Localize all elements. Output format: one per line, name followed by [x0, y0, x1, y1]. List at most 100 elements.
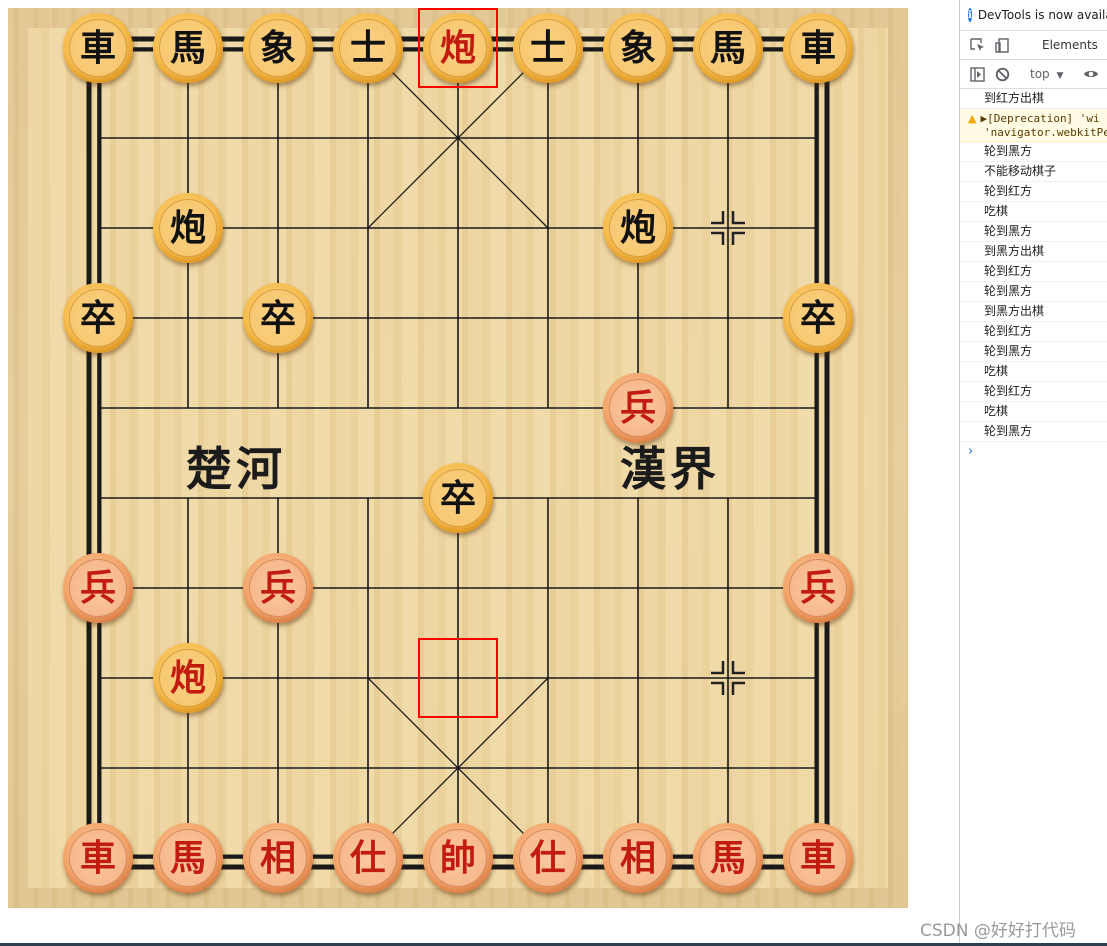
console-prompt[interactable]: › [960, 442, 1107, 462]
devtools-tabbar: Elements [960, 31, 1107, 60]
piece-black[interactable]: 炮 [603, 193, 673, 263]
clear-console-icon[interactable] [995, 66, 1010, 82]
piece-black[interactable]: 車 [63, 13, 133, 83]
piece-label: 士 [349, 27, 386, 69]
piece-label: 馬 [709, 837, 746, 879]
piece-black[interactable]: 炮 [153, 193, 223, 263]
warning-icon: ▲ [968, 112, 977, 125]
piece-face: 相 [609, 829, 667, 887]
console-message: 到红方出棋 [960, 89, 1107, 109]
piece-label: 兵 [259, 567, 296, 609]
piece-face: 車 [69, 19, 127, 77]
piece-face: 仕 [339, 829, 397, 887]
position-mark [711, 231, 725, 245]
piece-red[interactable]: 兵 [243, 553, 313, 623]
piece-label: 兵 [619, 387, 656, 429]
piece-black[interactable]: 士 [333, 13, 403, 83]
piece-face: 馬 [699, 19, 757, 77]
piece-red[interactable]: 車 [783, 823, 853, 893]
piece-black[interactable]: 馬 [153, 13, 223, 83]
piece-face: 帥 [429, 829, 487, 887]
piece-red[interactable]: 帥 [423, 823, 493, 893]
piece-face: 士 [339, 19, 397, 77]
piece-black[interactable]: 車 [783, 13, 853, 83]
console-message: 轮到黑方 [960, 222, 1107, 242]
console-message: 轮到红方 [960, 322, 1107, 342]
piece-face: 象 [609, 19, 667, 77]
piece-label: 炮 [169, 207, 206, 249]
piece-red[interactable]: 車 [63, 823, 133, 893]
console-message: 轮到红方 [960, 182, 1107, 202]
piece-black[interactable]: 卒 [423, 463, 493, 533]
piece-face: 炮 [609, 199, 667, 257]
piece-red[interactable]: 炮 [153, 643, 223, 713]
console-message: 吃棋 [960, 362, 1107, 382]
position-mark [711, 211, 725, 225]
watermark: CSDN @好好打代码 [920, 921, 1076, 941]
piece-label: 仕 [349, 837, 386, 879]
console-message: 轮到黑方 [960, 282, 1107, 302]
devtools-banner: i DevTools is now availa [960, 0, 1107, 31]
tab-elements[interactable]: Elements [1030, 31, 1107, 59]
piece-label: 車 [799, 837, 836, 879]
piece-red[interactable]: 馬 [153, 823, 223, 893]
piece-label: 馬 [709, 27, 746, 69]
piece-red[interactable]: 馬 [693, 823, 763, 893]
piece-face: 炮 [159, 199, 217, 257]
piece-label: 仕 [529, 837, 566, 879]
devtools-panel: i DevTools is now availa Elements top ▼ … [959, 0, 1107, 943]
piece-face: 馬 [159, 829, 217, 887]
selection-box-move-to [418, 8, 498, 88]
board-grid [86, 36, 830, 870]
selection-box-move-from [418, 638, 498, 718]
piece-black[interactable]: 卒 [63, 283, 133, 353]
warning-text[interactable]: ▶[Deprecation] 'wi [980, 112, 1099, 125]
console-message: 吃棋 [960, 402, 1107, 422]
console-message: 轮到黑方 [960, 422, 1107, 442]
piece-label: 卒 [259, 297, 296, 339]
piece-label: 士 [529, 27, 566, 69]
info-icon: i [968, 8, 972, 22]
devtools-banner-text: DevTools is now availa [977, 8, 1107, 22]
piece-red[interactable]: 兵 [783, 553, 853, 623]
piece-label: 相 [259, 837, 296, 879]
piece-black[interactable]: 馬 [693, 13, 763, 83]
console-message: 轮到黑方 [960, 142, 1107, 162]
piece-face: 卒 [69, 289, 127, 347]
piece-black[interactable]: 卒 [783, 283, 853, 353]
piece-label: 炮 [169, 657, 206, 699]
context-selector[interactable]: top ▼ [1030, 67, 1063, 81]
console-message: 到黑方出棋 [960, 242, 1107, 262]
inspect-element-icon[interactable] [970, 37, 985, 53]
piece-black[interactable]: 象 [243, 13, 313, 83]
piece-black[interactable]: 卒 [243, 283, 313, 353]
piece-label: 兵 [79, 567, 116, 609]
eye-icon[interactable] [1083, 66, 1099, 82]
piece-label: 車 [79, 837, 116, 879]
piece-red[interactable]: 仕 [333, 823, 403, 893]
console-warning: ▲ ▶[Deprecation] 'wi'navigator.webkitPe [960, 109, 1107, 142]
device-toolbar-icon[interactable] [995, 37, 1010, 53]
piece-red[interactable]: 相 [243, 823, 313, 893]
console-message: 吃棋 [960, 202, 1107, 222]
piece-red[interactable]: 相 [603, 823, 673, 893]
piece-face: 仕 [519, 829, 577, 887]
piece-label: 卒 [799, 297, 836, 339]
chess-board[interactable]: 楚河 漢界 車馬象士炮士象馬車炮炮卒卒卒兵卒兵兵兵炮車馬相仕帥仕相馬車 [8, 8, 908, 908]
piece-label: 車 [79, 27, 116, 69]
position-mark [711, 681, 725, 695]
position-mark [731, 231, 745, 245]
show-sidebar-icon[interactable] [970, 66, 985, 82]
position-mark [731, 211, 745, 225]
piece-face: 象 [249, 19, 307, 77]
piece-black[interactable]: 士 [513, 13, 583, 83]
piece-red[interactable]: 兵 [63, 553, 133, 623]
piece-black[interactable]: 象 [603, 13, 673, 83]
piece-face: 兵 [609, 379, 667, 437]
river-label-chu: 楚河 [186, 442, 286, 496]
piece-label: 兵 [799, 567, 836, 609]
warning-text-line2: 'navigator.webkitPe [984, 126, 1107, 139]
piece-red[interactable]: 仕 [513, 823, 583, 893]
piece-red[interactable]: 兵 [603, 373, 673, 443]
piece-face: 馬 [159, 19, 217, 77]
